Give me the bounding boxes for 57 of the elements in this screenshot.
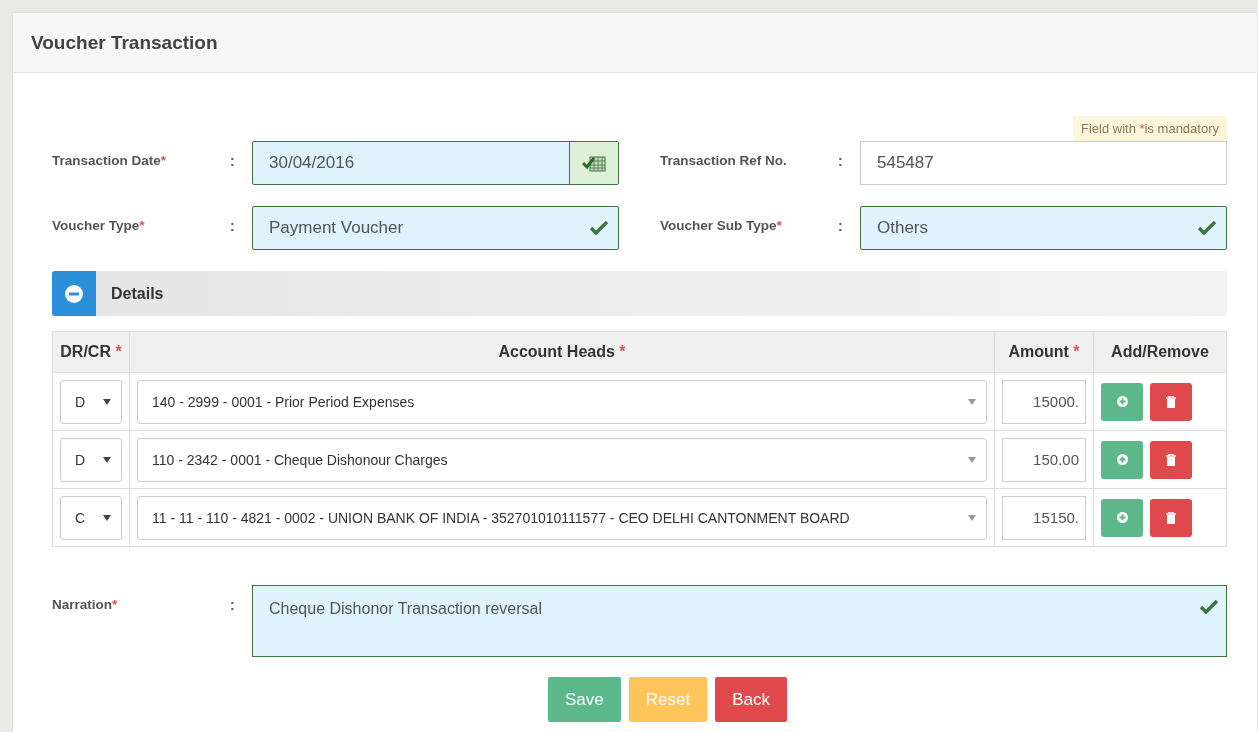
account-select[interactable]: 110 - 2342 - 0001 - Cheque Dishonour Charges <box>137 437 987 482</box>
field-label: Voucher Sub Type* <box>660 217 783 233</box>
amount-field[interactable]: 15150. <box>1002 495 1086 540</box>
select-field[interactable]: Others <box>860 206 1227 250</box>
dr-cr-select[interactable]: D <box>60 379 122 424</box>
page-title: Voucher Transaction <box>31 31 218 54</box>
column-header: Add/Remove <box>1093 331 1227 373</box>
field-label: Narration* <box>52 596 119 614</box>
trash-icon <box>1166 453 1176 466</box>
minus-circle-icon <box>65 284 83 303</box>
check-icon <box>1198 221 1216 235</box>
back-button[interactable]: Back <box>715 677 787 722</box>
colon: : <box>838 217 844 234</box>
plus-circle-icon <box>1116 512 1128 523</box>
dr-cr-select[interactable]: C <box>60 495 122 540</box>
mandatory-note: Field with *is mandatory <box>1072 116 1227 141</box>
plus-circle-icon <box>1116 454 1128 465</box>
amount-field[interactable]: 15000. <box>1002 379 1086 424</box>
colon: : <box>230 596 236 615</box>
narration-field[interactable]: Cheque Dishonor Transaction reversal <box>252 585 1227 657</box>
amount-field[interactable]: 150.00 <box>1002 437 1086 482</box>
plus-circle-icon <box>1116 396 1128 407</box>
caret-icon <box>968 456 976 463</box>
delete-button[interactable] <box>1150 382 1192 421</box>
collapse-button[interactable] <box>52 271 96 316</box>
delete-button[interactable] <box>1150 440 1192 479</box>
add-button[interactable] <box>1101 498 1143 537</box>
column-header: Account Heads * <box>129 331 995 373</box>
delete-button[interactable] <box>1150 498 1192 537</box>
caret-icon <box>968 398 976 405</box>
check-icon <box>590 221 608 235</box>
column-header: Amount * <box>994 331 1094 373</box>
calendar-button[interactable] <box>569 142 618 184</box>
add-button[interactable] <box>1101 382 1143 421</box>
add-button[interactable] <box>1101 440 1143 479</box>
section-title: Details <box>111 284 164 303</box>
colon: : <box>230 217 236 234</box>
account-select[interactable]: 140 - 2999 - 0001 - Prior Period Expenses <box>137 379 987 424</box>
trash-icon <box>1166 395 1176 408</box>
caret-icon <box>103 456 111 463</box>
account-select[interactable]: 11 - 11 - 110 - 4821 - 0002 - UNION BANK OF INDIA - 352701010111577 - CEO DELHI CANTONMENT BOARD <box>137 495 987 540</box>
dr-cr-select[interactable]: D <box>60 437 122 482</box>
caret-icon <box>103 398 111 405</box>
field-label: Transaction Date* <box>52 152 168 168</box>
colon: : <box>230 152 236 169</box>
field-label: Transaction Ref No. <box>660 152 788 168</box>
trash-icon <box>1166 511 1176 524</box>
date-field[interactable]: 30/04/2016 <box>252 141 619 185</box>
calendar-check-icon <box>582 154 606 172</box>
input-field[interactable]: 545487 <box>860 141 1227 185</box>
select-field[interactable]: Payment Voucher <box>252 206 619 250</box>
column-header: DR/CR * <box>52 331 130 373</box>
colon: : <box>838 152 844 169</box>
caret-icon <box>968 514 976 521</box>
check-icon <box>1200 600 1218 614</box>
field-label: Voucher Type* <box>52 217 146 233</box>
caret-icon <box>103 514 111 521</box>
